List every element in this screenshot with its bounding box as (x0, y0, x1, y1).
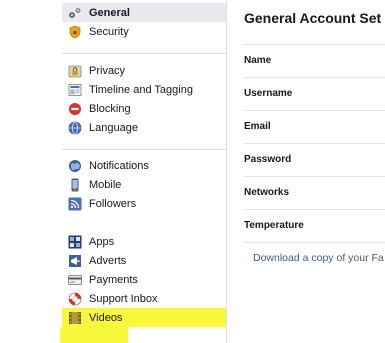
gears-icon (68, 6, 82, 20)
settings-row-password[interactable]: Password (244, 143, 385, 177)
row-label: Temperature (244, 220, 304, 231)
sidebar-item-privacy[interactable]: Privacy (62, 61, 226, 80)
sidebar-item-label: Blocking (89, 102, 131, 115)
sidebar-item-label: Mobile (89, 178, 122, 191)
sidebar-item-mobile[interactable]: Mobile (62, 175, 226, 194)
row-label: Username (244, 88, 293, 99)
sidebar-item-notifications[interactable]: Notifications (62, 156, 226, 175)
apps-icon (68, 235, 82, 249)
sidebar-group-privacy: Privacy Timeline and Tagging Blocking La… (62, 61, 226, 137)
shield-icon (68, 25, 82, 39)
sidebar-item-label: Payments (89, 273, 138, 286)
download-copy-note: Download a copy of your Fa (253, 252, 384, 264)
sidebar-item-apps[interactable]: Apps (62, 232, 226, 251)
sidebar-item-label: Timeline and Tagging (89, 83, 193, 96)
row-label: Name (244, 55, 272, 66)
sidebar-item-label: Language (89, 121, 138, 134)
timeline-icon (68, 83, 82, 97)
lock-icon (68, 64, 82, 78)
sidebar-item-support-inbox[interactable]: Support Inbox (62, 289, 226, 308)
settings-row-username[interactable]: Username (244, 77, 385, 111)
mobile-icon (68, 178, 82, 192)
sidebar-item-label: Notifications (89, 159, 149, 172)
rss-icon (68, 197, 82, 211)
settings-sidebar: General Security Privacy Timeline and Ta… (0, 0, 227, 343)
download-copy-text: of your Fa (333, 252, 384, 264)
sidebar-item-label: Support Inbox (89, 292, 158, 305)
block-icon (68, 102, 82, 116)
videos-highlight-tail (60, 327, 128, 343)
row-label: Email (244, 121, 271, 132)
globe-notification-icon (68, 159, 82, 173)
film-icon (68, 311, 82, 325)
sidebar-group-apps: Apps Adverts Payments Support Inbox Vide… (62, 232, 226, 327)
sidebar-item-label: General (89, 6, 130, 19)
general-account-settings-panel: General Account Set Name Username Email … (227, 0, 385, 343)
settings-row-email[interactable]: Email (244, 110, 385, 144)
sidebar-item-timeline-and-tagging[interactable]: Timeline and Tagging (62, 80, 226, 99)
sidebar-item-adverts[interactable]: Adverts (62, 251, 226, 270)
card-icon (68, 273, 82, 287)
settings-row-temperature[interactable]: Temperature (244, 209, 385, 243)
row-label: Networks (244, 187, 290, 198)
globe-icon (68, 121, 82, 135)
page-title: General Account Set (244, 10, 382, 26)
sidebar-item-payments[interactable]: Payments (62, 270, 226, 289)
download-copy-link[interactable]: Download a copy (253, 252, 334, 264)
sidebar-divider (62, 53, 226, 54)
sidebar-group-account: General Security (62, 3, 226, 41)
sidebar-item-label: Followers (89, 197, 137, 210)
sidebar-group-notifications: Notifications Mobile Followers (62, 156, 226, 213)
sidebar-item-general[interactable]: General (62, 3, 226, 22)
sidebar-item-label: Apps (89, 235, 115, 248)
megaphone-icon (68, 254, 82, 268)
sidebar-item-label: Adverts (89, 254, 127, 267)
sidebar-item-label: Privacy (89, 64, 126, 77)
sidebar-item-security[interactable]: Security (62, 22, 226, 41)
sidebar-divider (62, 149, 226, 150)
sidebar-item-blocking[interactable]: Blocking (62, 99, 226, 118)
lifebuoy-icon (68, 292, 82, 306)
settings-row-networks[interactable]: Networks (244, 176, 385, 210)
sidebar-item-videos[interactable]: Videos (62, 308, 226, 327)
sidebar-item-language[interactable]: Language (62, 118, 226, 137)
settings-row-name[interactable]: Name (244, 44, 385, 78)
row-label: Password (244, 154, 292, 165)
sidebar-item-label: Videos (89, 311, 123, 324)
sidebar-item-label: Security (89, 25, 129, 38)
sidebar-item-followers[interactable]: Followers (62, 194, 226, 213)
